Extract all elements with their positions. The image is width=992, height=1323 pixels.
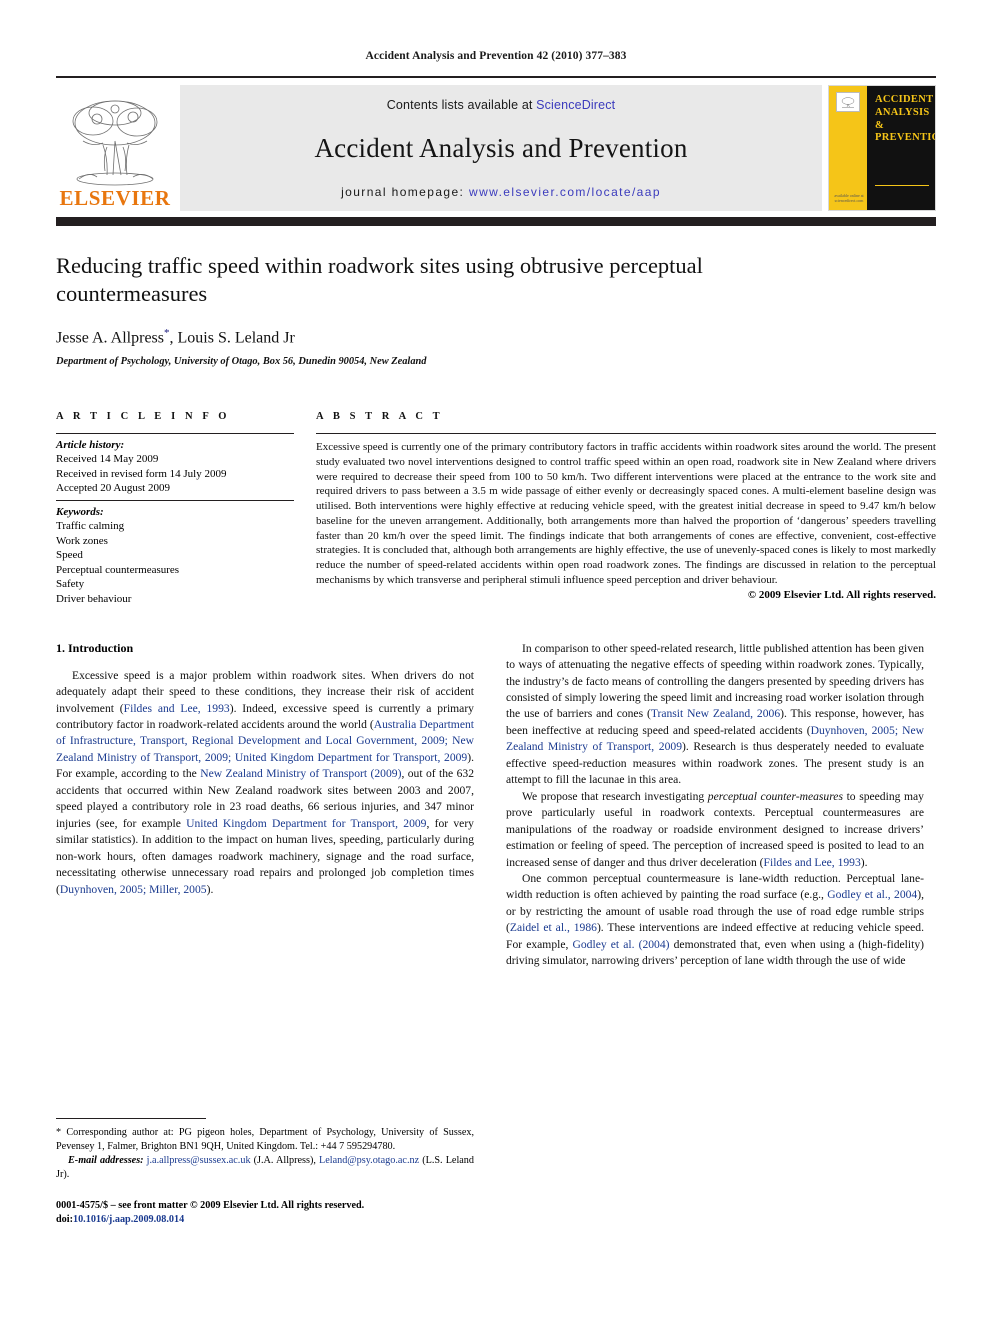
elsevier-logo: ELSEVIER <box>56 85 174 211</box>
running-head: Accident Analysis and Prevention 42 (201… <box>365 50 627 62</box>
email-link-leland[interactable]: Leland@psy.otago.ac.nz <box>319 1155 419 1166</box>
doi-link[interactable]: 10.1016/j.aap.2009.08.014 <box>73 1214 184 1225</box>
cover-title: ACCIDENT ANALYSIS & PREVENTION <box>875 94 935 145</box>
citation-link[interactable]: Fildes and Lee, 1993 <box>764 856 861 869</box>
email-link-allpress[interactable]: j.a.allpress@sussex.ac.uk <box>147 1155 251 1166</box>
body-column-right: In comparison to other speed-related res… <box>506 641 924 970</box>
cover-elsevier-badge <box>836 92 860 112</box>
citation-link[interactable]: Fildes and Lee, 1993 <box>124 702 230 715</box>
text-run: ). <box>206 882 214 896</box>
contents-available-line: Contents lists available at ScienceDirec… <box>387 98 615 112</box>
article-history-group: Article history: Received 14 May 2009 Re… <box>56 434 294 500</box>
history-item: Received 14 May 2009 <box>56 453 159 466</box>
citation-link[interactable]: Duynhoven, 2005; Miller, 2005 <box>60 883 207 896</box>
cover-tree-icon <box>841 96 855 108</box>
footnote-text: * Corresponding author at: PG pigeon hol… <box>56 1127 474 1152</box>
footnote-block: * Corresponding author at: PG pigeon hol… <box>56 1118 474 1227</box>
author-primary: Jesse A. Allpress <box>56 329 164 347</box>
corresponding-author-note: * Corresponding author at: PG pigeon hol… <box>56 1126 474 1182</box>
history-item: Accepted 20 August 2009 <box>56 482 170 495</box>
info-abstract-section: A R T I C L E I N F O Article history: R… <box>56 411 936 611</box>
copyright-line: © 2009 Elsevier Ltd. All rights reserved… <box>747 588 936 601</box>
masthead-center-panel: Contents lists available at ScienceDirec… <box>180 85 822 211</box>
paragraph: We propose that research investigating p… <box>506 789 924 871</box>
emphasis-text: perceptual counter-measures <box>707 789 843 803</box>
article-body: 1. Introduction Excessive speed is a maj… <box>56 641 936 970</box>
contents-prefix: Contents lists available at <box>386 98 537 112</box>
article-info-heading: A R T I C L E I N F O <box>56 411 231 423</box>
issn-line: 0001-4575/$ – see front matter © 2009 El… <box>56 1199 365 1211</box>
doi-prefix: doi: <box>56 1213 73 1225</box>
cover-title-line-4: PREVENTION <box>875 132 935 144</box>
title-block: Reducing traffic speed within roadwork s… <box>56 252 936 367</box>
paragraph: Excessive speed is a major problem withi… <box>56 668 474 898</box>
cover-title-line-2: ANALYSIS <box>875 106 930 118</box>
article-history-label: Article history: <box>56 439 125 452</box>
journal-cover-thumbnail[interactable]: ACCIDENT ANALYSIS & PREVENTION available… <box>828 85 936 211</box>
keywords-label: Keywords: <box>56 505 104 518</box>
abstract-column: A B S T R A C T Excessive speed is curre… <box>316 411 936 611</box>
doi-line: doi:10.1016/j.aap.2009.08.014 <box>56 1213 474 1227</box>
email-line: E-mail addresses: j.a.allpress@sussex.ac… <box>56 1154 474 1182</box>
email-addresses-label: E-mail addresses: <box>68 1154 144 1166</box>
paragraph: In comparison to other speed-related res… <box>506 641 924 789</box>
masthead-bottom-bar <box>56 217 936 226</box>
cover-title-line-1: ACCIDENT <box>875 94 934 105</box>
abstract-heading: A B S T R A C T <box>316 411 444 423</box>
history-item: Received in revised form 14 July 2009 <box>56 467 227 480</box>
footnote-rule <box>56 1118 206 1119</box>
keywords-group: Keywords: Traffic calming Work zones Spe… <box>56 501 294 611</box>
sciencedirect-link[interactable]: ScienceDirect <box>536 98 615 112</box>
article-page: Accident Analysis and Prevention 42 (201… <box>0 0 992 1323</box>
page-title: Reducing traffic speed within roadwork s… <box>56 253 703 307</box>
keyword-item: Perceptual countermeasures <box>56 563 180 576</box>
cover-footer-text: available online at sciencedirect.com <box>834 193 864 204</box>
elsevier-wordmark: ELSEVIER <box>59 186 171 210</box>
keyword-item: Speed <box>56 549 83 562</box>
cover-divider <box>875 185 929 186</box>
citation-link[interactable]: New Zealand Ministry of Transport (2009) <box>200 767 401 780</box>
journal-homepage-line: journal homepage: www.elsevier.com/locat… <box>341 185 661 199</box>
article-info-column: A R T I C L E I N F O Article history: R… <box>56 411 294 611</box>
citation-link[interactable]: Transit New Zealand, 2006 <box>651 707 780 720</box>
journal-masthead: ELSEVIER Contents lists available at Sci… <box>56 76 936 211</box>
keyword-item: Work zones <box>56 534 108 547</box>
abstract-text: Excessive speed is currently one of the … <box>316 441 936 587</box>
keyword-item: Safety <box>56 578 85 591</box>
journal-homepage-link[interactable]: www.elsevier.com/locate/aap <box>469 185 661 199</box>
author-list: Jesse A. Allpress*, Louis S. Leland Jr <box>56 327 936 347</box>
citation-link[interactable]: Godley et al. (2004) <box>573 938 670 951</box>
elsevier-tree-icon <box>72 100 158 186</box>
email-owner-allpress: (J.A. Allpress), <box>250 1154 316 1166</box>
citation-link[interactable]: Godley et al., 2004 <box>827 888 917 901</box>
paragraph: One common perceptual countermeasure is … <box>506 871 924 970</box>
homepage-prefix: journal homepage: <box>341 185 465 199</box>
journal-name: Accident Analysis and Prevention <box>314 133 688 163</box>
text-run: We propose that research investigating <box>522 789 708 803</box>
section-heading-introduction: 1. Introduction <box>56 640 134 655</box>
keyword-item: Driver behaviour <box>56 593 132 606</box>
author-secondary: , Louis S. Leland Jr <box>169 329 295 347</box>
keyword-item: Traffic calming <box>56 519 125 532</box>
affiliation: Department of Psychology, University of … <box>56 356 427 368</box>
citation-link[interactable]: Zaidel et al., 1986 <box>510 921 597 934</box>
cover-title-line-3: & <box>875 119 885 131</box>
text-run: ). <box>860 855 868 869</box>
citation-link[interactable]: United Kingdom Department for Transport,… <box>186 817 426 830</box>
body-column-left: 1. Introduction Excessive speed is a maj… <box>56 641 474 970</box>
imprint-block: 0001-4575/$ – see front matter © 2009 El… <box>56 1199 474 1228</box>
